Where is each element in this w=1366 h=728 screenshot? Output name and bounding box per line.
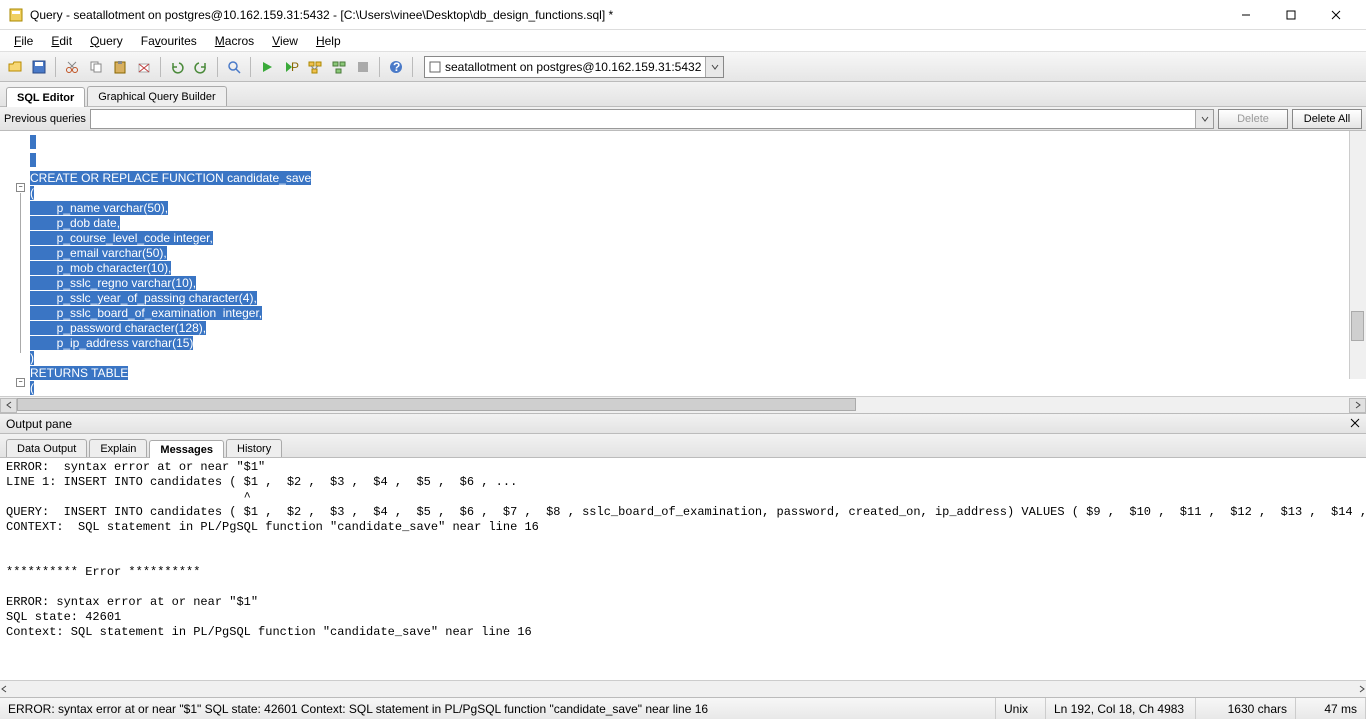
output-pane-label: Output pane <box>6 417 72 431</box>
menu-bar: File Edit Query Favourites Macros View H… <box>0 30 1366 52</box>
scroll-right-icon[interactable] <box>1349 398 1366 413</box>
menu-file[interactable]: File <box>6 32 41 50</box>
editor-tabstrip: SQL Editor Graphical Query Builder <box>0 82 1366 107</box>
window-title: Query - seatallotment on postgres@10.162… <box>30 8 1223 22</box>
app-icon <box>8 7 24 23</box>
previous-queries-combo[interactable] <box>90 109 1214 129</box>
editor-line: CREATE OR REPLACE FUNCTION candidate_sav… <box>30 171 1366 186</box>
maximize-button[interactable] <box>1268 1 1313 29</box>
chevron-down-icon[interactable] <box>1195 110 1213 128</box>
messages-output[interactable]: ERROR: syntax error at or near "$1" LINE… <box>0 458 1366 680</box>
explain-analyze-icon[interactable] <box>328 56 350 78</box>
execute-pgscript-icon[interactable]: PG <box>280 56 302 78</box>
tab-history[interactable]: History <box>226 439 282 457</box>
menu-favourites[interactable]: Favourites <box>133 32 205 50</box>
open-icon[interactable] <box>4 56 26 78</box>
toolbar: PG ? seatallotment on postgres@10.162.15… <box>0 52 1366 82</box>
editor-line: ( <box>30 381 1366 396</box>
execute-icon[interactable] <box>256 56 278 78</box>
database-selector-label: seatallotment on postgres@10.162.159.31:… <box>445 60 701 74</box>
cut-icon[interactable] <box>61 56 83 78</box>
sql-editor[interactable]: − − CREATE OR REPLACE FUNCTION candidate… <box>0 131 1366 396</box>
menu-query[interactable]: Query <box>82 32 131 50</box>
status-bar: ERROR: syntax error at or near "$1" SQL … <box>0 697 1366 719</box>
output-tabstrip: Data Output Explain Messages History <box>0 434 1366 458</box>
svg-text:?: ? <box>393 60 400 74</box>
editor-line: RETURNS TABLE <box>30 366 1366 381</box>
editor-line: p_password character(128), <box>30 321 1366 336</box>
scroll-thumb[interactable] <box>8 683 1318 696</box>
tab-graphical-query-builder[interactable]: Graphical Query Builder <box>87 86 226 106</box>
delete-button[interactable]: Delete <box>1218 109 1288 129</box>
editor-line: p_ip_address varchar(15) <box>30 336 1366 351</box>
database-selector[interactable]: seatallotment on postgres@10.162.159.31:… <box>424 56 724 78</box>
tab-data-output[interactable]: Data Output <box>6 439 87 457</box>
window-buttons <box>1223 1 1358 29</box>
status-position: Ln 192, Col 18, Ch 4983 <box>1046 698 1196 719</box>
paste-icon[interactable] <box>109 56 131 78</box>
title-bar: Query - seatallotment on postgres@10.162… <box>0 0 1366 30</box>
editor-line: p_name varchar(50), <box>30 201 1366 216</box>
scroll-left-icon[interactable] <box>0 398 17 413</box>
menu-macros[interactable]: Macros <box>207 32 262 50</box>
redo-icon[interactable] <box>190 56 212 78</box>
close-icon[interactable] <box>1350 417 1360 431</box>
output-pane-title: Output pane <box>0 414 1366 434</box>
status-message: ERROR: syntax error at or near "$1" SQL … <box>0 698 996 719</box>
tab-sql-editor[interactable]: SQL Editor <box>6 87 85 107</box>
editor-hscrollbar[interactable] <box>0 396 1366 413</box>
output-hscrollbar[interactable] <box>0 680 1366 697</box>
svg-text:PG: PG <box>291 60 299 74</box>
previous-queries-label: Previous queries <box>4 113 86 125</box>
status-time: 47 ms <box>1296 698 1366 719</box>
close-button[interactable] <box>1313 1 1358 29</box>
clear-icon[interactable] <box>133 56 155 78</box>
status-chars: 1630 chars <box>1196 698 1296 719</box>
editor-line: p_dob date, <box>30 216 1366 231</box>
scroll-thumb[interactable] <box>1351 311 1364 341</box>
editor-line: p_sslc_regno varchar(10), <box>30 276 1366 291</box>
editor-line: p_course_level_code integer, <box>30 231 1366 246</box>
help-icon[interactable]: ? <box>385 56 407 78</box>
editor-line <box>30 153 1366 171</box>
editor-vscrollbar[interactable] <box>1349 131 1366 379</box>
scroll-right-icon[interactable] <box>1358 682 1366 696</box>
tab-explain[interactable]: Explain <box>89 439 147 457</box>
editor-line: ) <box>30 351 1366 366</box>
minimize-button[interactable] <box>1223 1 1268 29</box>
menu-edit[interactable]: Edit <box>43 32 80 50</box>
editor-line: p_sslc_board_of_examination integer, <box>30 306 1366 321</box>
menu-help[interactable]: Help <box>308 32 349 50</box>
editor-line: p_mob character(10), <box>30 261 1366 276</box>
cancel-icon[interactable] <box>352 56 374 78</box>
delete-all-button[interactable]: Delete All <box>1292 109 1362 129</box>
chevron-down-icon[interactable] <box>705 57 723 77</box>
undo-icon[interactable] <box>166 56 188 78</box>
scroll-thumb[interactable] <box>17 398 856 411</box>
explain-icon[interactable] <box>304 56 326 78</box>
editor-line: p_sslc_year_of_passing character(4), <box>30 291 1366 306</box>
status-os: Unix <box>996 698 1046 719</box>
scroll-left-icon[interactable] <box>0 682 8 696</box>
tab-messages[interactable]: Messages <box>149 440 224 458</box>
copy-icon[interactable] <box>85 56 107 78</box>
menu-view[interactable]: View <box>264 32 306 50</box>
editor-line <box>30 135 1366 153</box>
editor-line: ( <box>30 186 1366 201</box>
sql-editor-wrap: − − CREATE OR REPLACE FUNCTION candidate… <box>0 131 1366 414</box>
previous-queries-bar: Previous queries Delete Delete All <box>0 107 1366 131</box>
editor-line: p_email varchar(50), <box>30 246 1366 261</box>
find-icon[interactable] <box>223 56 245 78</box>
save-icon[interactable] <box>28 56 50 78</box>
